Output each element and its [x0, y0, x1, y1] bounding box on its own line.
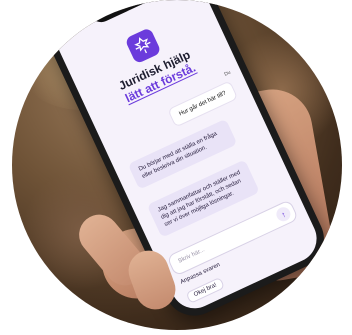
user-message: Hur går det här till?	[167, 80, 239, 128]
hero-image: 15:36 Juridisk hjälp lätt att förstå. Du…	[0, 0, 352, 335]
user-label: Du	[223, 69, 232, 78]
message-input-placeholder: Skriv här...	[177, 247, 206, 265]
send-button[interactable]: ↑	[274, 204, 293, 224]
app-logo-icon	[124, 27, 162, 65]
background-photo: 15:36 Juridisk hjälp lätt att förstå. Du…	[12, 0, 342, 330]
status-time: 15:36	[66, 20, 86, 35]
